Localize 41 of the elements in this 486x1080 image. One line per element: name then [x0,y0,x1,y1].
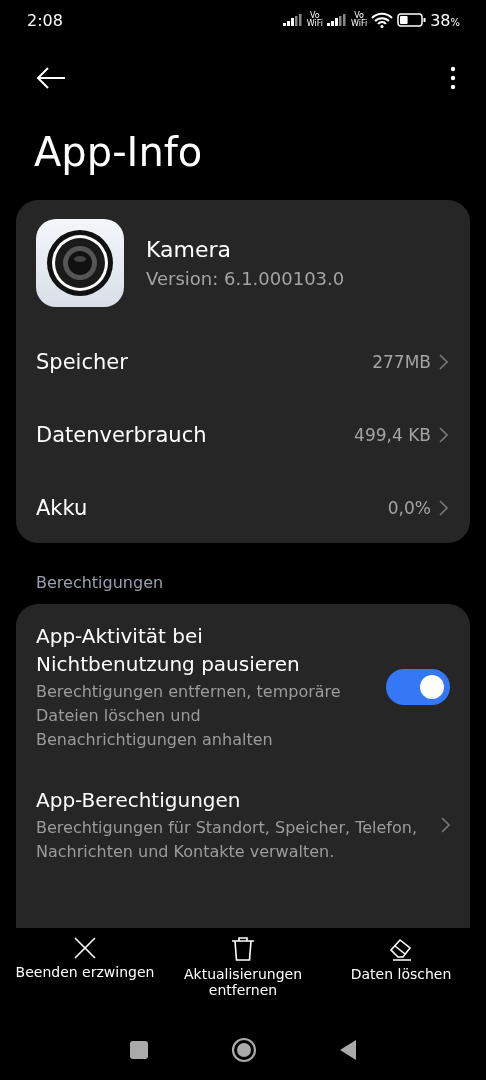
setting-description: Berechtigungen entfernen, temporäre Dateien löschen und Benachrichtigungen anhalten [36,681,342,751]
app-version: Version: 6.1.000103.0 [146,268,345,289]
home-icon[interactable] [231,1037,257,1063]
chevron-icon [439,426,448,443]
network-label: Vo [354,12,364,20]
info-label[interactable]: Speicher [36,349,373,374]
chevron-icon [439,353,448,370]
action-button[interactable]: Beenden erzwingen [10,936,160,1020]
app-name: Kamera [146,237,232,262]
clock: 2:08 [27,10,64,30]
signal-icon [282,14,303,26]
info-value: 499,4 KB [354,424,431,445]
eraser-icon [388,936,414,962]
trash-icon [230,936,256,962]
network-label: WiFi [306,20,323,28]
setting-title: App-Berechtigungen [36,787,242,814]
section-header: Berechtigungen [35,572,165,594]
more-options-icon[interactable] [450,66,456,90]
info-label[interactable]: Akku [36,495,388,520]
signal-icon [326,14,347,26]
toggle-switch[interactable] [386,669,450,705]
network-label: Vo [309,12,320,20]
info-label[interactable]: Datenverbrauch [36,422,355,447]
info-value: 0,0% [387,497,431,518]
info-value: 277MB [372,351,431,372]
battery-icon [397,13,427,27]
page-title: App-Info [34,128,204,177]
back-icon[interactable] [339,1039,357,1061]
action-button[interactable]: Aktualisierungen entfernen [168,936,318,1020]
setting-title: App-Aktivität bei Nichtbenutzung pausieren [36,623,301,678]
recents-icon[interactable] [129,1040,149,1060]
action-button[interactable]: Daten löschen [326,936,476,1020]
chevron-icon [441,817,450,833]
wifi-icon [371,12,394,28]
setting-description: Berechtigungen für Standort, Speicher, Telefon, Nachrichten und Kontakte verwalten. [36,817,418,863]
chevron-icon [439,499,448,516]
close-icon [73,936,97,960]
battery-percent: 38% [430,10,460,30]
network-label: WiFi [350,20,368,28]
back-arrow-icon[interactable] [36,67,66,89]
camera-app-icon [36,219,124,307]
